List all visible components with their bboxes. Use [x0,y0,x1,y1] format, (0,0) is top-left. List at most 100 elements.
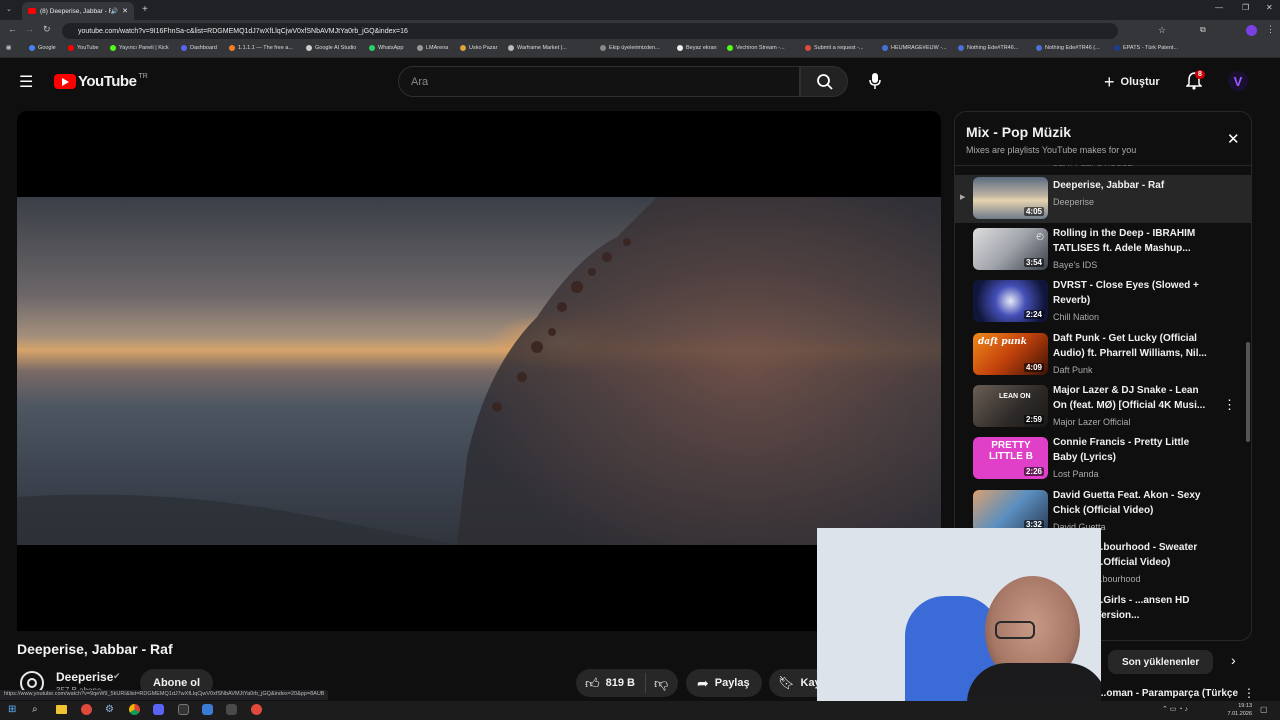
dislike-button[interactable]: 👎︎ [646,675,668,692]
playlist-item[interactable]: PRETTY LITTLE B 2:26 Connie Francis - Pr… [955,435,1251,485]
apps-icon[interactable]: ▦ [6,45,11,51]
playlist-scrollbar[interactable] [1246,342,1250,442]
bookmark-item[interactable]: WhatsApp [369,45,403,51]
logo-text: YouTube [78,73,137,90]
browser-tab-active[interactable]: (8) Deeperise, Jabbar - Raf 🔊 ✕ [22,2,134,20]
clock[interactable]: 19:13 7.01.2026 [1222,702,1252,718]
avatar-v-icon: V [1233,73,1243,89]
video-thumbnail: daft punk 4:09 [973,333,1048,375]
new-tab-button[interactable]: + [142,4,148,15]
os-taskbar: ⊞ ⌕ ⚙ ⌃ ▭ ◔ ♪ 19:13 7.01.2026 ▢ [0,701,1280,720]
search-button[interactable] [800,66,848,97]
extensions-icon[interactable]: ⧉ [1200,25,1206,35]
chevron-right-icon[interactable]: › [1231,652,1236,668]
tab-list-icon[interactable]: ⌄ [6,5,12,13]
tab-close-icon[interactable]: ✕ [122,7,128,15]
playlist-item[interactable]: daft punk 4:09 Daft Punk - Get Lucky (Of… [955,331,1251,381]
search-icon [817,74,833,90]
minimize-icon[interactable]: — [1215,3,1223,12]
bookmark-item[interactable]: Vechiron Stream -... [727,45,785,51]
bookmark-star-icon[interactable]: ☆ [1158,25,1166,36]
video-thumbnail: 3:32 [973,490,1048,532]
channel-name-main[interactable]: Deeperise [56,670,113,684]
duration-badge: 2:26 [1023,467,1044,476]
youtube-play-logo-icon [54,74,76,89]
more-actions-icon[interactable]: ⋮ [1243,686,1255,700]
bookmark-item[interactable]: Yayıncı Paneli | Kick [110,45,169,51]
app-icon[interactable] [251,704,262,715]
notification-center-icon[interactable]: ▢ [1260,705,1268,714]
bookmark-item[interactable]: LMArena [417,45,448,51]
hamburger-menu-icon[interactable]: ☰ [19,72,33,92]
account-avatar[interactable]: V [1228,71,1248,91]
youtube-logo[interactable]: YouTube TR [54,73,148,90]
video-title: Deeperise, Jabbar - Raf [1053,180,1165,191]
playlist-title[interactable]: Mix - Pop Müzik [966,124,1071,140]
share-button[interactable]: ➦ Paylaş [686,669,762,697]
profile-avatar[interactable] [1246,25,1257,36]
video-player[interactable] [17,111,941,631]
search-placeholder: Ara [411,75,429,88]
voice-search-button[interactable] [861,67,889,95]
notification-badge: 8 [1195,70,1205,79]
playlist-item[interactable]: ◴ 3:54 Rolling in the Deep - IBRAHIM TAT… [955,226,1251,276]
bookmark-item[interactable]: Ekip üyelerimizden... [600,45,660,51]
create-button[interactable]: + Oluştur [1104,70,1160,94]
video-title: DVRST - Close Eyes (Slowed + Reverb) [1053,280,1199,306]
file-explorer-icon[interactable] [56,705,67,714]
video-title: ...bourhood - Sweater ...Official Video) [1095,542,1198,568]
windows-start-icon[interactable]: ⊞ [8,704,16,715]
video-thumbnail: ◴ 3:54 [973,228,1048,270]
channel-name: Chill Nation [1053,312,1100,322]
clock-icon: ◴ [1036,231,1044,241]
like-button[interactable]: 👍︎ 819 B [576,673,646,693]
address-bar-row: ← → ↻ youtube.com/watch?v=9I16FhnSa-c&li… [0,20,1280,42]
video-title: David Guetta Feat. Akon - Sexy Chick (Of… [1053,490,1201,516]
bookmark-item[interactable]: Usko Pazar [460,45,497,51]
back-icon[interactable]: ← [8,24,17,34]
chip-recent-uploads[interactable]: Son yüklenenler [1108,650,1214,674]
bookmark-item[interactable]: EPATS - Türk Patent... [1114,45,1178,51]
app-icon[interactable] [81,704,92,715]
bookmark-item[interactable]: YouTube [68,45,99,51]
playlist-item[interactable]: 2:24 DVRST - Close Eyes (Slowed + Reverb… [955,278,1251,328]
channel-logo-icon [27,678,37,688]
bookmark-item[interactable]: Submit a request -... [805,45,864,51]
steam-icon[interactable]: ⚙ [105,704,114,715]
thumbs-up-icon: 👍︎ [585,674,600,691]
maximize-icon[interactable]: ❐ [1242,3,1249,12]
bookmark-item[interactable]: HEUMRAGE#EUW -... [882,45,947,51]
thumbs-down-icon: 👎︎ [654,674,669,691]
thumbnail-text: PRETTY LITTLE B [989,440,1033,462]
close-playlist-icon[interactable]: ✕ [1227,130,1240,148]
more-actions-icon[interactable]: ⋮ [1223,397,1236,413]
bookmark-icon: 🔖︎ [778,675,795,690]
taskbar-search-icon[interactable]: ⌕ [32,704,38,715]
webcam-glasses [995,621,1035,639]
url-field[interactable]: youtube.com/watch?v=9I16FhnSa-c&list=RDG… [62,23,1118,39]
bookmark-item[interactable]: Warframe Market |... [508,45,567,51]
channel-name: ...bourhood [1095,574,1141,584]
bookmark-item[interactable]: Nothing Ede#TR46 (... [1036,45,1100,51]
bookmark-item[interactable]: 1.1.1.1 — The free a... [229,45,293,51]
app-icon[interactable] [178,704,189,715]
playlist-item[interactable]: LEAN ON 2:59 Major Lazer & DJ Snake - Le… [955,383,1251,433]
bookmark-item[interactable]: Google [29,45,56,51]
app-icon[interactable] [202,704,213,715]
chrome-icon[interactable] [129,704,140,715]
bookmark-item[interactable]: Dashboard [181,45,217,51]
playlist-item-active[interactable]: ▶ 4:05 Deeperise, Jabbar - Raf Deeperise [955,175,1251,223]
app-icon[interactable] [153,704,164,715]
menu-dots-icon[interactable]: ⋮ [1266,24,1275,35]
bookmark-item[interactable]: Beyaz ekran [677,45,717,51]
forward-icon[interactable]: → [25,24,34,34]
window-close-icon[interactable]: ✕ [1266,3,1273,12]
bookmark-item[interactable]: Google AI Studio [306,45,356,51]
bookmark-item[interactable]: Nothing Ede#TR46... [958,45,1018,51]
search-input[interactable]: Ara [398,66,800,97]
next-video-title-partial[interactable]: ...oman - Paramparça (Türkçe [1098,688,1238,699]
system-tray[interactable]: ⌃ ▭ ◔ ♪ [1162,705,1188,713]
reload-icon[interactable]: ↻ [43,24,51,35]
notifications-button[interactable]: 8 [1185,70,1205,95]
app-icon[interactable] [226,704,237,715]
